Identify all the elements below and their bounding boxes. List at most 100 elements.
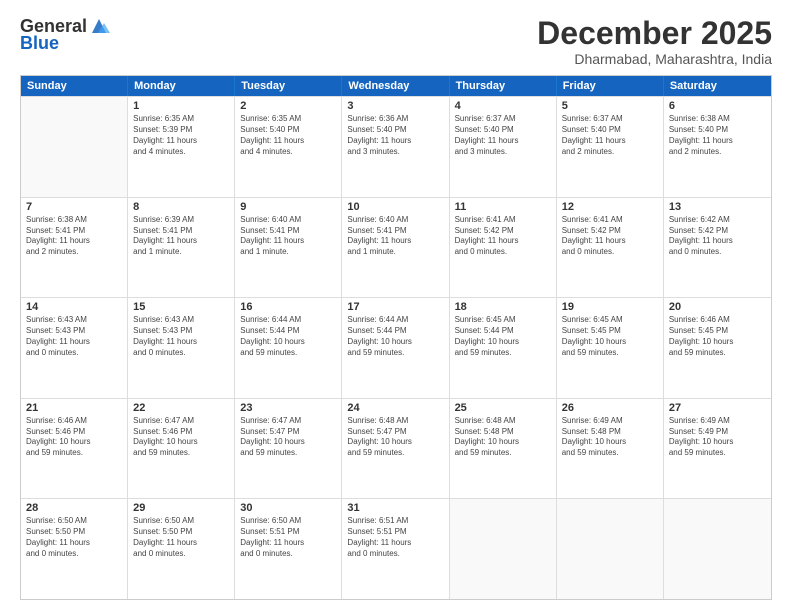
calendar-cell: 10 Sunrise: 6:40 AMSunset: 5:41 PMDayligh… (342, 198, 449, 298)
calendar-cell: 8 Sunrise: 6:39 AMSunset: 5:41 PMDaylight… (128, 198, 235, 298)
day-number: 18 (455, 301, 551, 313)
day-number: 17 (347, 301, 443, 313)
calendar-cell: 30 Sunrise: 6:50 AMSunset: 5:51 PMDayligh… (235, 499, 342, 599)
cell-info: Sunrise: 6:48 AMSunset: 5:48 PMDaylight:… (455, 416, 551, 459)
calendar-row-4: 21 Sunrise: 6:46 AMSunset: 5:46 PMDayligh… (21, 398, 771, 499)
calendar-cell: 19 Sunrise: 6:45 AMSunset: 5:45 PMDayligh… (557, 298, 664, 398)
day-number: 23 (240, 402, 336, 414)
calendar-cell (450, 499, 557, 599)
day-number: 9 (240, 201, 336, 213)
cell-info: Sunrise: 6:41 AMSunset: 5:42 PMDaylight:… (562, 215, 658, 258)
cell-info: Sunrise: 6:46 AMSunset: 5:45 PMDaylight:… (669, 315, 766, 358)
calendar-cell: 4 Sunrise: 6:37 AMSunset: 5:40 PMDaylight… (450, 97, 557, 197)
cell-info: Sunrise: 6:47 AMSunset: 5:46 PMDaylight:… (133, 416, 229, 459)
header-day-saturday: Saturday (664, 76, 771, 96)
day-number: 20 (669, 301, 766, 313)
calendar-cell: 6 Sunrise: 6:38 AMSunset: 5:40 PMDaylight… (664, 97, 771, 197)
logo: General Blue (20, 16, 110, 54)
calendar-cell (557, 499, 664, 599)
day-number: 6 (669, 100, 766, 112)
day-number: 28 (26, 502, 122, 514)
cell-info: Sunrise: 6:43 AMSunset: 5:43 PMDaylight:… (26, 315, 122, 358)
cell-info: Sunrise: 6:35 AMSunset: 5:39 PMDaylight:… (133, 114, 229, 157)
day-number: 2 (240, 100, 336, 112)
calendar-cell: 22 Sunrise: 6:47 AMSunset: 5:46 PMDayligh… (128, 399, 235, 499)
day-number: 10 (347, 201, 443, 213)
calendar-cell: 14 Sunrise: 6:43 AMSunset: 5:43 PMDayligh… (21, 298, 128, 398)
calendar-cell: 15 Sunrise: 6:43 AMSunset: 5:43 PMDayligh… (128, 298, 235, 398)
header-day-thursday: Thursday (450, 76, 557, 96)
day-number: 24 (347, 402, 443, 414)
cell-info: Sunrise: 6:36 AMSunset: 5:40 PMDaylight:… (347, 114, 443, 157)
calendar-body: 1Sunrise: 6:35 AMSunset: 5:39 PMDaylight… (21, 96, 771, 599)
day-number: 4 (455, 100, 551, 112)
header-day-tuesday: Tuesday (235, 76, 342, 96)
calendar-cell: 29 Sunrise: 6:50 AMSunset: 5:50 PMDayligh… (128, 499, 235, 599)
calendar-cell: 13 Sunrise: 6:42 AMSunset: 5:42 PMDayligh… (664, 198, 771, 298)
calendar-cell: 16Sunrise: 6:44 AMSunset: 5:44 PMDayligh… (235, 298, 342, 398)
day-number: 13 (669, 201, 766, 213)
calendar-header: SundayMondayTuesdayWednesdayThursdayFrid… (21, 76, 771, 96)
title-block: December 2025 Dharmabad, Maharashtra, In… (537, 16, 772, 67)
header-day-monday: Monday (128, 76, 235, 96)
header-day-sunday: Sunday (21, 76, 128, 96)
calendar-cell (21, 97, 128, 197)
day-number: 14 (26, 301, 122, 313)
header-day-wednesday: Wednesday (342, 76, 449, 96)
day-number: 16 (240, 301, 336, 313)
cell-info: Sunrise: 6:35 AMSunset: 5:40 PMDaylight:… (240, 114, 336, 157)
calendar-cell: 20 Sunrise: 6:46 AMSunset: 5:45 PMDayligh… (664, 298, 771, 398)
calendar-cell: 18 Sunrise: 6:45 AMSunset: 5:44 PMDayligh… (450, 298, 557, 398)
cell-info: Sunrise: 6:38 AMSunset: 5:41 PMDaylight:… (26, 215, 122, 258)
day-number: 5 (562, 100, 658, 112)
calendar-row-1: 1Sunrise: 6:35 AMSunset: 5:39 PMDaylight… (21, 96, 771, 197)
cell-info: Sunrise: 6:45 AMSunset: 5:45 PMDaylight:… (562, 315, 658, 358)
day-number: 29 (133, 502, 229, 514)
day-number: 27 (669, 402, 766, 414)
day-number: 30 (240, 502, 336, 514)
header-day-friday: Friday (557, 76, 664, 96)
calendar-row-2: 7 Sunrise: 6:38 AMSunset: 5:41 PMDaylight… (21, 197, 771, 298)
calendar-row-5: 28 Sunrise: 6:50 AMSunset: 5:50 PMDayligh… (21, 498, 771, 599)
cell-info: Sunrise: 6:43 AMSunset: 5:43 PMDaylight:… (133, 315, 229, 358)
calendar-cell: 23Sunrise: 6:47 AMSunset: 5:47 PMDayligh… (235, 399, 342, 499)
month-title: December 2025 (537, 16, 772, 51)
calendar-cell: 1Sunrise: 6:35 AMSunset: 5:39 PMDaylight… (128, 97, 235, 197)
cell-info: Sunrise: 6:46 AMSunset: 5:46 PMDaylight:… (26, 416, 122, 459)
day-number: 25 (455, 402, 551, 414)
calendar-cell: 27Sunrise: 6:49 AMSunset: 5:49 PMDayligh… (664, 399, 771, 499)
day-number: 12 (562, 201, 658, 213)
cell-info: Sunrise: 6:37 AMSunset: 5:40 PMDaylight:… (562, 114, 658, 157)
calendar-cell: 28Sunrise: 6:50 AMSunset: 5:50 PMDayligh… (21, 499, 128, 599)
location: Dharmabad, Maharashtra, India (537, 51, 772, 67)
cell-info: Sunrise: 6:40 AMSunset: 5:41 PMDaylight:… (240, 215, 336, 258)
header: General Blue December 2025 Dharmabad, Ma… (20, 16, 772, 67)
day-number: 15 (133, 301, 229, 313)
calendar-cell: 9 Sunrise: 6:40 AMSunset: 5:41 PMDaylight… (235, 198, 342, 298)
cell-info: Sunrise: 6:39 AMSunset: 5:41 PMDaylight:… (133, 215, 229, 258)
day-number: 7 (26, 201, 122, 213)
day-number: 21 (26, 402, 122, 414)
cell-info: Sunrise: 6:50 AMSunset: 5:50 PMDaylight:… (133, 516, 229, 559)
calendar-cell: 11Sunrise: 6:41 AMSunset: 5:42 PMDayligh… (450, 198, 557, 298)
cell-info: Sunrise: 6:48 AMSunset: 5:47 PMDaylight:… (347, 416, 443, 459)
cell-info: Sunrise: 6:45 AMSunset: 5:44 PMDaylight:… (455, 315, 551, 358)
calendar: SundayMondayTuesdayWednesdayThursdayFrid… (20, 75, 772, 600)
cell-info: Sunrise: 6:38 AMSunset: 5:40 PMDaylight:… (669, 114, 766, 157)
calendar-cell: 3 Sunrise: 6:36 AMSunset: 5:40 PMDaylight… (342, 97, 449, 197)
day-number: 31 (347, 502, 443, 514)
page: General Blue December 2025 Dharmabad, Ma… (0, 0, 792, 612)
day-number: 3 (347, 100, 443, 112)
calendar-cell: 7 Sunrise: 6:38 AMSunset: 5:41 PMDaylight… (21, 198, 128, 298)
cell-info: Sunrise: 6:42 AMSunset: 5:42 PMDaylight:… (669, 215, 766, 258)
calendar-row-3: 14 Sunrise: 6:43 AMSunset: 5:43 PMDayligh… (21, 297, 771, 398)
day-number: 19 (562, 301, 658, 313)
calendar-cell: 5 Sunrise: 6:37 AMSunset: 5:40 PMDaylight… (557, 97, 664, 197)
day-number: 8 (133, 201, 229, 213)
day-number: 26 (562, 402, 658, 414)
day-number: 11 (455, 201, 551, 213)
cell-info: Sunrise: 6:37 AMSunset: 5:40 PMDaylight:… (455, 114, 551, 157)
day-number: 22 (133, 402, 229, 414)
cell-info: Sunrise: 6:40 AMSunset: 5:41 PMDaylight:… (347, 215, 443, 258)
cell-info: Sunrise: 6:50 AMSunset: 5:51 PMDaylight:… (240, 516, 336, 559)
